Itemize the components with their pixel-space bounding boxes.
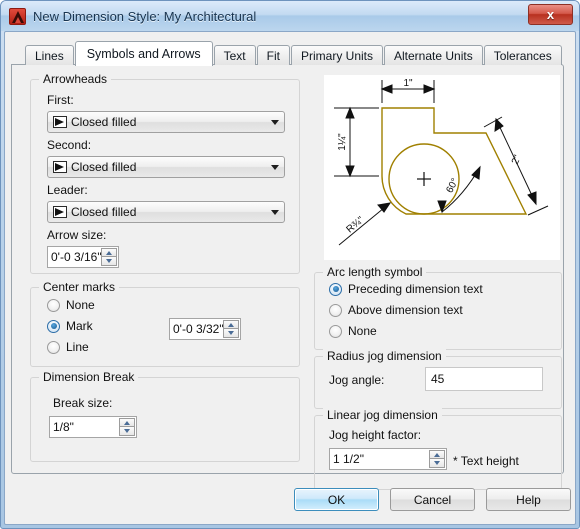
second-arrowhead-value: Closed filled: [71, 160, 137, 174]
radio-icon: [329, 303, 342, 317]
autocad-logo-icon: [9, 7, 26, 25]
center-mark-line-label: Line: [66, 340, 89, 354]
group-arc-length-symbol-legend: Arc length symbol: [323, 265, 427, 279]
jog-height-factor-value[interactable]: 1 1/2": [330, 449, 429, 469]
break-size-stepper[interactable]: 1/8": [49, 416, 137, 438]
preview-center-mark: [417, 172, 431, 186]
center-mark-mark-label: Mark: [66, 319, 93, 333]
preview-dim-right: 2": [510, 153, 524, 166]
arc-length-option-none[interactable]: None: [329, 324, 377, 338]
group-radius-jog-legend: Radius jog dimension: [323, 349, 446, 363]
preview-dim-top: 1": [403, 78, 413, 89]
tab-alternate-units[interactable]: Alternate Units: [384, 45, 483, 65]
group-arrowheads: Arrowheads First: Closed filled Second: …: [30, 72, 300, 274]
tab-lines[interactable]: Lines: [25, 45, 74, 65]
leader-arrowhead-combobox[interactable]: Closed filled: [47, 201, 285, 223]
cancel-button[interactable]: Cancel: [390, 488, 475, 511]
group-arc-length-symbol: Arc length symbol Preceding dimension te…: [314, 265, 562, 350]
spin-down-icon[interactable]: [429, 459, 445, 468]
break-size-spin-buttons: [119, 418, 135, 436]
tab-page-symbols-and-arrows: Arrowheads First: Closed filled Second: …: [11, 64, 564, 490]
jog-height-factor-label: Jog height factor:: [329, 428, 422, 442]
spin-up-icon[interactable]: [223, 320, 239, 329]
jog-height-suffix: * Text height: [453, 454, 519, 468]
group-radius-jog-dimension: Radius jog dimension Jog angle: 45: [314, 349, 562, 409]
group-arrowheads-legend: Arrowheads: [39, 72, 112, 86]
arc-length-above-label: Above dimension text: [348, 303, 463, 317]
center-mark-option-mark[interactable]: Mark: [47, 319, 93, 333]
tab-text[interactable]: Text: [213, 45, 256, 65]
center-mark-size-value[interactable]: 0'-0 3/32": [170, 319, 223, 339]
arrow-size-stepper[interactable]: 0'-0 3/16": [47, 246, 119, 268]
tab-symbols-and-arrows[interactable]: Symbols and Arrows: [74, 41, 213, 66]
preview-drawing: 1" 1¼" R¾" 60° 2": [334, 78, 549, 246]
tab-strip: Lines Symbols and Arrows Text Fit Primar…: [25, 41, 563, 66]
radio-icon: [47, 298, 60, 312]
closed-filled-arrow-icon: [53, 161, 67, 173]
dialog-button-row: OK Cancel Help: [1, 478, 579, 528]
spin-down-icon[interactable]: [119, 427, 135, 436]
first-label: First:: [47, 93, 74, 107]
spin-up-icon[interactable]: [429, 450, 445, 459]
closed-filled-arrow-icon: [53, 206, 67, 218]
tab-tolerances[interactable]: Tolerances: [483, 45, 562, 65]
arrow-size-label: Arrow size:: [47, 228, 107, 242]
arrow-size-spin-buttons: [101, 248, 117, 266]
arc-length-option-above[interactable]: Above dimension text: [329, 303, 463, 317]
spin-up-icon[interactable]: [101, 248, 117, 257]
jog-angle-label: Jog angle:: [329, 373, 385, 387]
arc-length-none-label: None: [348, 324, 377, 338]
chevron-down-icon: [266, 210, 284, 215]
group-center-marks: Center marks None Mark Line 0'-0 3/32": [30, 280, 300, 367]
break-size-value[interactable]: 1/8": [50, 417, 119, 437]
first-arrowhead-value: Closed filled: [71, 115, 137, 129]
leader-arrowhead-value: Closed filled: [71, 205, 137, 219]
jog-height-spin-buttons: [429, 450, 445, 468]
chevron-down-icon: [266, 120, 284, 125]
leader-label: Leader:: [47, 183, 88, 197]
center-mark-option-none[interactable]: None: [47, 298, 95, 312]
group-linear-jog-legend: Linear jog dimension: [323, 408, 442, 422]
arc-length-preceding-label: Preceding dimension text: [348, 282, 483, 296]
jog-angle-input[interactable]: 45: [425, 367, 543, 391]
help-button[interactable]: Help: [486, 488, 571, 511]
center-mark-size-spin-buttons: [223, 320, 239, 338]
title-bar: New Dimension Style: My Architectural x: [1, 1, 579, 31]
radio-icon: [329, 324, 342, 338]
first-arrowhead-combobox[interactable]: Closed filled: [47, 111, 285, 133]
center-mark-size-stepper[interactable]: 0'-0 3/32": [169, 318, 241, 340]
radio-icon: [329, 282, 342, 296]
group-dimension-break: Dimension Break Break size: 1/8": [30, 370, 300, 462]
radio-icon: [47, 340, 60, 354]
spin-down-icon[interactable]: [101, 257, 117, 266]
spin-up-icon[interactable]: [119, 418, 135, 427]
dimension-style-preview: 1" 1¼" R¾" 60° 2": [324, 75, 560, 260]
group-center-marks-legend: Center marks: [39, 280, 120, 294]
chevron-down-icon: [266, 165, 284, 170]
center-mark-option-line[interactable]: Line: [47, 340, 89, 354]
spin-down-icon[interactable]: [223, 329, 239, 338]
arrow-size-value[interactable]: 0'-0 3/16": [48, 247, 101, 267]
closed-filled-arrow-icon: [53, 116, 67, 128]
preview-part-outline: [381, 107, 528, 215]
close-icon[interactable]: x: [528, 4, 573, 25]
jog-height-factor-stepper[interactable]: 1 1/2": [329, 448, 447, 470]
tab-fit[interactable]: Fit: [256, 45, 290, 65]
tab-primary-units[interactable]: Primary Units: [290, 45, 383, 65]
dialog-title: New Dimension Style: My Architectural: [33, 8, 257, 24]
dialog-window: New Dimension Style: My Architectural x …: [0, 0, 580, 529]
group-dimension-break-legend: Dimension Break: [39, 370, 139, 384]
preview-dim-radius: R¾": [345, 214, 367, 235]
ok-button[interactable]: OK: [294, 488, 379, 511]
second-label: Second:: [47, 138, 92, 152]
preview-dim-left: 1¼": [336, 133, 348, 151]
break-size-label: Break size:: [53, 396, 113, 410]
center-mark-none-label: None: [66, 298, 95, 312]
second-arrowhead-combobox[interactable]: Closed filled: [47, 156, 285, 178]
arc-length-option-preceding[interactable]: Preceding dimension text: [329, 282, 483, 296]
jog-angle-value: 45: [431, 372, 445, 386]
radio-icon: [47, 319, 60, 333]
